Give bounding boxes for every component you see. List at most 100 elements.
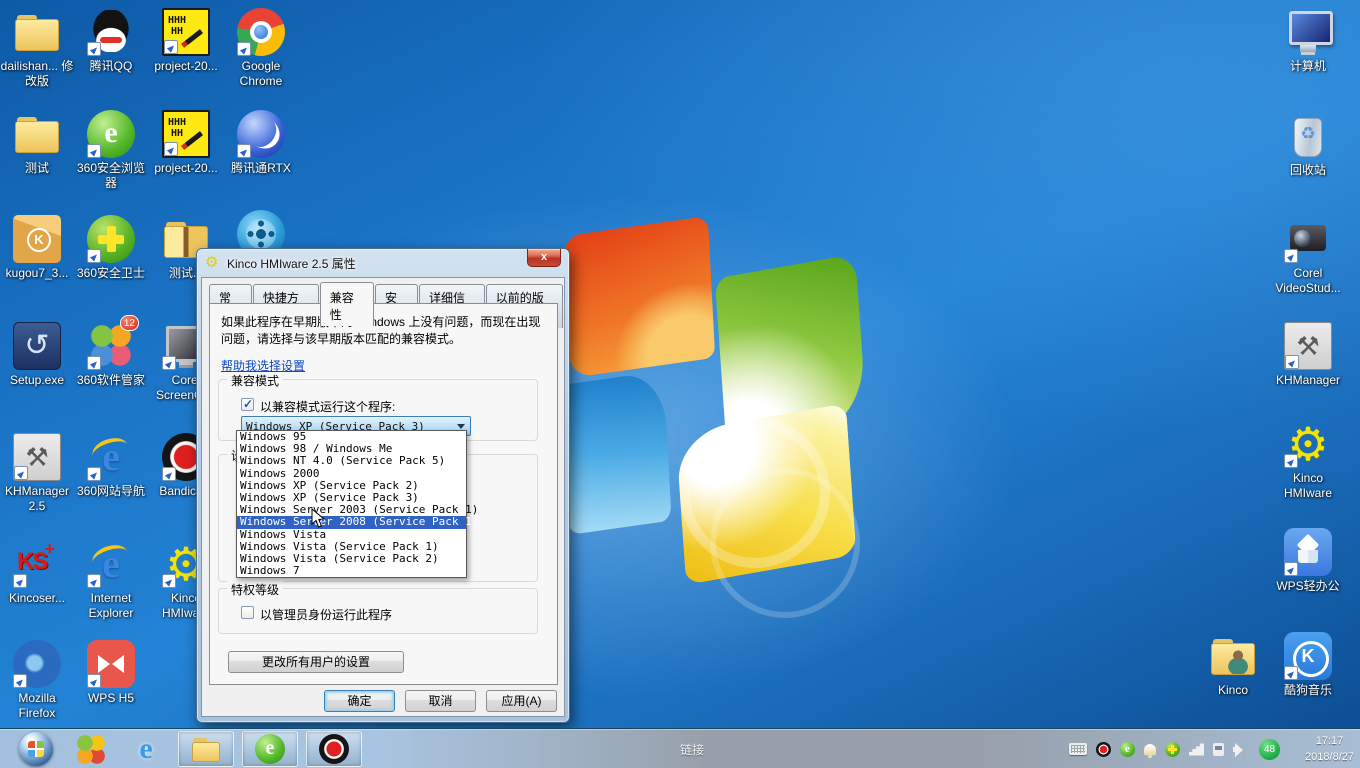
icon-internet-explorer[interactable]: Internet Explorer [74, 540, 148, 621]
checkbox-label: 以管理员身份运行此程序 [260, 608, 393, 622]
tray-input-method[interactable] [1069, 743, 1087, 755]
shortcut-arrow-icon [164, 40, 178, 54]
change-settings-all-users-button[interactable]: 更改所有用户的设置 [228, 651, 404, 673]
icon-khmanager-25[interactable]: KHManager 2.5 [0, 433, 74, 514]
run-as-administrator-checkbox[interactable] [241, 606, 254, 619]
tray-volume[interactable] [1233, 742, 1250, 757]
icon-kinco-hmiware-right[interactable]: Kinco HMIware [1271, 420, 1345, 501]
desktop-icon-label: Kincoser... [8, 591, 66, 605]
taskbar-explorer-button[interactable] [178, 731, 234, 767]
ic-360manager-icon: 12 [87, 315, 139, 370]
tb-orb-icon [19, 732, 53, 766]
group-label: 特权等级 [227, 581, 284, 598]
dropdown-item[interactable]: Windows 7 [237, 565, 466, 577]
desktop-icon-label: 回收站 [1289, 163, 1326, 177]
icon-tencent-qq[interactable]: 腾讯QQ [74, 8, 148, 74]
tray-network-signal[interactable] [1189, 743, 1204, 756]
ic-folder-icon [13, 110, 61, 158]
icon-project-1[interactable]: project-20... [149, 8, 223, 74]
desktop-icon-label: 360软件管家 [76, 373, 146, 387]
tb-spheres-icon [75, 734, 105, 764]
ic-khmanager-icon [1284, 322, 1332, 370]
taskbar-360desktop-button[interactable] [62, 731, 118, 767]
close-button[interactable]: x [527, 249, 561, 267]
icon-kugou-music[interactable]: 酷狗音乐 [1271, 632, 1345, 698]
icon-setup-exe[interactable]: Setup.exe [0, 322, 74, 388]
ic-rtx-icon [237, 110, 285, 158]
icon-360-nav[interactable]: 360网站导航 [74, 433, 148, 499]
shortcut-arrow-icon [1284, 562, 1298, 576]
icon-wps-qingbangong[interactable]: WPS轻办公 [1271, 528, 1345, 594]
icon-kincoserver[interactable]: Kincoser... [0, 540, 74, 606]
icon-wps-h5[interactable]: WPS H5 [74, 640, 148, 706]
ic-project-icon [162, 8, 210, 56]
dropdown-item[interactable]: Windows Server 2008 (Service Pack 1) [237, 516, 478, 529]
ic-khmanager-icon [13, 433, 61, 481]
tray-360safe[interactable] [1165, 741, 1180, 757]
desktop-icon-label: 腾讯通RTX [231, 161, 291, 175]
shortcut-arrow-icon [87, 144, 101, 158]
icon-tencent-rtx[interactable]: 腾讯通RTX [224, 110, 298, 176]
desktop-icon-label: Google Chrome [239, 59, 283, 88]
apply-button[interactable]: 应用(A) [486, 690, 557, 712]
icon-computer[interactable]: 计算机 [1271, 8, 1345, 74]
desktop-icon-label: KHManager 2.5 [4, 484, 70, 513]
icon-recycle-bin[interactable]: 回收站 [1271, 112, 1345, 178]
tray-remove-hardware[interactable] [1213, 742, 1224, 756]
taskbar-360browser-button[interactable] [242, 731, 298, 767]
shortcut-arrow-icon [1284, 249, 1298, 263]
icon-ceshi-folder[interactable]: 测试 [0, 110, 74, 176]
tray-bandicam[interactable] [1096, 741, 1111, 757]
ic-chrome-icon [237, 8, 285, 56]
icon-dailishan-folder[interactable]: dailishan... 修改版 [0, 8, 74, 89]
taskbar-ie-button[interactable] [118, 731, 174, 767]
privilege-level-group: 特权等级 以管理员身份运行此程序 [218, 581, 538, 634]
icon-mozilla-firefox[interactable]: Mozilla Firefox [0, 640, 74, 721]
icon-360-manager[interactable]: 12 360软件管家 [74, 315, 148, 388]
icon-360-safe[interactable]: 360安全卫士 [74, 215, 148, 281]
run-in-compatibility-mode-checkbox[interactable] [241, 397, 254, 411]
compatibility-description: 如果此程序在早期版本的 Windows 上没有问题，而现在出现问题，请选择与该早… [221, 315, 541, 346]
tray-360-speedball[interactable]: 48 [1259, 738, 1280, 760]
icon-khmanager-right[interactable]: KHManager [1271, 322, 1345, 388]
icon-kinco-folder[interactable]: Kinco [1196, 632, 1270, 698]
desktop-icon-label: WPS轻办公 [1276, 579, 1340, 593]
start-button[interactable] [8, 731, 64, 767]
ic-qq-icon [87, 8, 135, 56]
dropdown-item[interactable]: Windows NT 4.0 (Service Pack 5) [237, 455, 466, 467]
desktop-icon-label: 360安全浏览器 [76, 161, 146, 190]
desktop-icon-label: Kinco HMIware [1283, 471, 1332, 500]
cancel-button[interactable]: 取消 [405, 690, 476, 712]
shortcut-arrow-icon [13, 574, 27, 588]
tab-兼容性[interactable]: 兼容性 [319, 282, 375, 326]
shortcut-arrow-icon [237, 42, 251, 56]
system-tray: 48 [1069, 729, 1280, 768]
desktop-icon-label: 360安全卫士 [76, 266, 146, 280]
taskbar-bandicam-button[interactable] [306, 731, 362, 767]
desktop-icon-label: KHManager [1275, 373, 1341, 387]
dropdown-item[interactable]: Windows 2000 [237, 467, 466, 480]
shortcut-arrow-icon [14, 466, 28, 480]
ic-e-green-icon [87, 110, 135, 158]
links-toolbar-label[interactable]: 链接 [680, 741, 704, 758]
dialog-title: Kinco HMIware 2.5 属性 [227, 256, 356, 271]
shortcut-arrow-icon [87, 249, 101, 263]
ic-gear-icon [1284, 420, 1332, 468]
icon-corel-videostudio[interactable]: Corel VideoStud... [1271, 215, 1345, 296]
tray-notification-bell[interactable] [1144, 743, 1156, 758]
shortcut-arrow-icon [237, 144, 251, 158]
taskbar-clock[interactable]: 17:17 2018/8/27 [1305, 733, 1354, 765]
icon-project-2[interactable]: project-20... [149, 110, 223, 176]
compatibility-mode-dropdown-list: Windows 95 Windows 98 / Windows Me Windows… [236, 430, 478, 579]
ok-button[interactable]: 确定 [324, 690, 395, 712]
desktop-icon-label: Internet Explorer [88, 591, 134, 620]
desktop-icon-label: 酷狗音乐 [1283, 683, 1332, 697]
icon-google-chrome[interactable]: Google Chrome [224, 8, 298, 89]
shortcut-arrow-icon [87, 574, 101, 588]
dropdown-item[interactable]: Windows Vista [237, 528, 466, 541]
tray-360browser[interactable] [1120, 741, 1135, 757]
dialog-title-bar[interactable]: Kinco HMIware 2.5 属性 [197, 249, 569, 277]
icon-360-browser[interactable]: 360安全浏览器 [74, 110, 148, 191]
shortcut-arrow-icon [1284, 454, 1298, 468]
icon-kugou-setup[interactable]: kugou7_3... [0, 215, 74, 281]
